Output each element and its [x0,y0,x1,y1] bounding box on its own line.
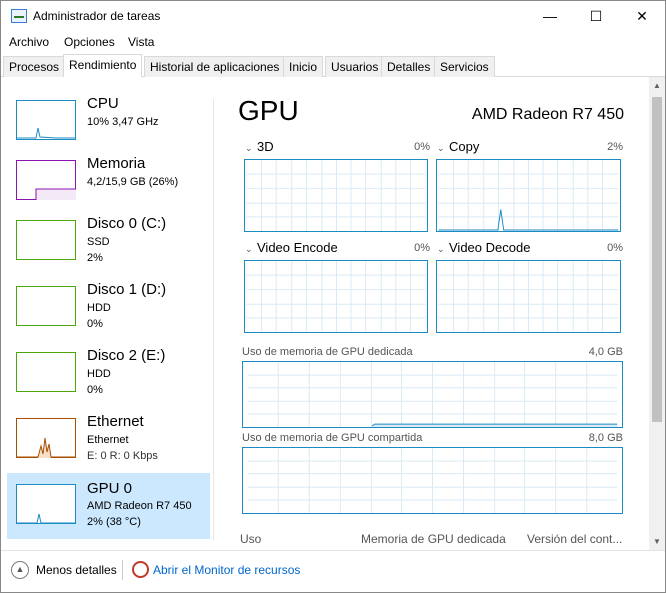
close-button[interactable]: ✕ [619,1,665,31]
chevron-up-icon[interactable]: ▲ [11,561,29,579]
title-bar: Administrador de tareas — ☐ ✕ [1,1,665,32]
resource-monitor-icon[interactable] [132,561,149,578]
maximize-button[interactable]: ☐ [573,1,619,31]
engine-copy-graph [436,159,621,232]
footer-label-dedicated-memory: Memoria de GPU dedicada [361,532,506,546]
engine-video-encode-pct: 0% [414,242,430,254]
dedicated-memory-label: Uso de memoria de GPU dedicada [242,346,413,358]
sidebar-item-label: Disco 0 (C:) [87,215,167,232]
open-resource-monitor-link[interactable]: Abrir el Monitor de recursos [153,563,300,577]
tab-inicio[interactable]: Inicio [283,56,324,77]
bottom-separator [122,560,123,580]
tab-bar: Procesos Rendimiento Historial de aplica… [1,54,665,78]
minimize-button[interactable]: — [527,1,573,31]
gpu-usage-text: 2% (38 °C) [87,516,141,528]
disk1-usage-text: 0% [87,318,103,330]
engine-3d-pct: 0% [414,141,430,153]
page-title: GPU [238,95,299,126]
window-title: Administrador de tareas [33,9,161,23]
sidebar-item-label: Ethernet [87,413,144,430]
shared-memory-graph [242,447,623,514]
ethernet-throughput-text: E: 0 R: 0 Kbps [87,450,158,462]
tab-usuarios[interactable]: Usuarios [325,56,385,77]
memory-thumbnail-graph [16,160,76,200]
ethernet-adapter-text: Ethernet [87,434,129,446]
tab-procesos[interactable]: Procesos [3,56,66,77]
menu-archivo[interactable]: Archivo [9,35,49,49]
gpu-model-text: AMD Radeon R7 450 [87,500,192,512]
gpu-model-name: AMD Radeon R7 450 [471,106,624,123]
dedicated-memory-total: 4,0 GB [588,346,623,358]
bottom-bar: ▲ Menos detalles Abrir el Monitor de rec… [1,550,665,592]
engine-video-encode-graph [244,260,428,333]
sidebar-item-gpu-0[interactable]: GPU 0 AMD Radeon R7 450 2% (38 °C) [7,473,210,539]
engine-video-decode-graph [436,260,621,333]
sidebar-item-cpu[interactable]: CPU 10% 3,47 GHz [7,93,210,159]
sidebar-item-disco-1[interactable]: Disco 1 (D:) HDD 0% [7,279,210,345]
shared-memory-total: 8,0 GB [588,432,623,444]
sidebar-item-label: CPU [87,95,119,112]
footer-label-uso: Uso [240,532,262,546]
cpu-usage-text: 10% 3,47 GHz [87,116,159,128]
disk1-type-text: HDD [87,302,111,314]
memory-usage-text: 4,2/15,9 GB (26%) [87,176,179,188]
shared-memory-label: Uso de memoria de GPU compartida [242,432,423,444]
task-manager-window: Administrador de tareas — ☐ ✕ Archivo Op… [0,0,666,593]
tab-detalles[interactable]: Detalles [381,56,437,77]
gpu-detail-panel: GPU AMD Radeon R7 450 ⌄ 3D 0% ⌄ Copy 2% [214,77,649,550]
chevron-down-icon[interactable]: ⌄ [437,244,445,255]
resource-sidebar: CPU 10% 3,47 GHz Memoria 4,2/15,9 GB (26… [1,77,213,550]
chevron-down-icon[interactable]: ⌄ [245,244,253,255]
scroll-down-arrow-icon[interactable]: ▼ [649,533,665,550]
scroll-thumb[interactable] [652,97,662,422]
sidebar-item-label: GPU 0 [87,480,133,497]
sidebar-item-label: Memoria [87,155,146,172]
sidebar-item-label: Disco 1 (D:) [87,281,167,298]
disk0-usage-text: 2% [87,252,103,264]
tab-historial[interactable]: Historial de aplicaciones [144,56,286,77]
sidebar-item-label: Disco 2 (E:) [87,347,166,364]
engine-copy-pct: 2% [607,141,623,153]
cpu-thumbnail-graph [16,100,76,140]
chevron-down-icon[interactable]: ⌄ [437,143,445,154]
menu-bar: Archivo Opciones Vista [1,32,665,52]
engine-selector-video-decode[interactable]: Video Decode [449,240,530,255]
scroll-up-arrow-icon[interactable]: ▲ [649,77,665,94]
sidebar-item-ethernet[interactable]: Ethernet Ethernet E: 0 R: 0 Kbps [7,411,210,477]
disk2-thumbnail-graph [16,352,76,392]
disk1-thumbnail-graph [16,286,76,326]
sidebar-item-disco-2[interactable]: Disco 2 (E:) HDD 0% [7,345,210,411]
chevron-down-icon[interactable]: ⌄ [245,143,253,154]
menu-vista[interactable]: Vista [128,35,154,49]
tab-rendimiento[interactable]: Rendimiento [63,54,143,78]
menu-opciones[interactable]: Opciones [64,35,115,49]
dedicated-memory-graph [242,361,623,428]
disk0-type-text: SSD [87,236,110,248]
disk2-type-text: HDD [87,368,111,380]
performance-content: CPU 10% 3,47 GHz Memoria 4,2/15,9 GB (26… [1,77,665,550]
ethernet-thumbnail-graph [16,418,76,458]
sidebar-item-disco-0[interactable]: Disco 0 (C:) SSD 2% [7,213,210,279]
gpu-thumbnail-graph [16,484,76,524]
footer-label-driver-version: Versión del cont... [527,532,623,546]
tab-servicios[interactable]: Servicios [434,56,495,77]
engine-selector-copy[interactable]: Copy [449,139,479,154]
engine-selector-video-encode[interactable]: Video Encode [257,240,338,255]
task-manager-icon [11,9,27,23]
disk0-thumbnail-graph [16,220,76,260]
vertical-scrollbar[interactable]: ▲ ▼ [649,77,665,550]
engine-selector-3d[interactable]: 3D [257,139,274,154]
engine-3d-graph [244,159,428,232]
sidebar-item-memoria[interactable]: Memoria 4,2/15,9 GB (26%) [7,153,210,219]
fewer-details-button[interactable]: Menos detalles [36,563,117,577]
engine-video-decode-pct: 0% [607,242,623,254]
disk2-usage-text: 0% [87,384,103,396]
